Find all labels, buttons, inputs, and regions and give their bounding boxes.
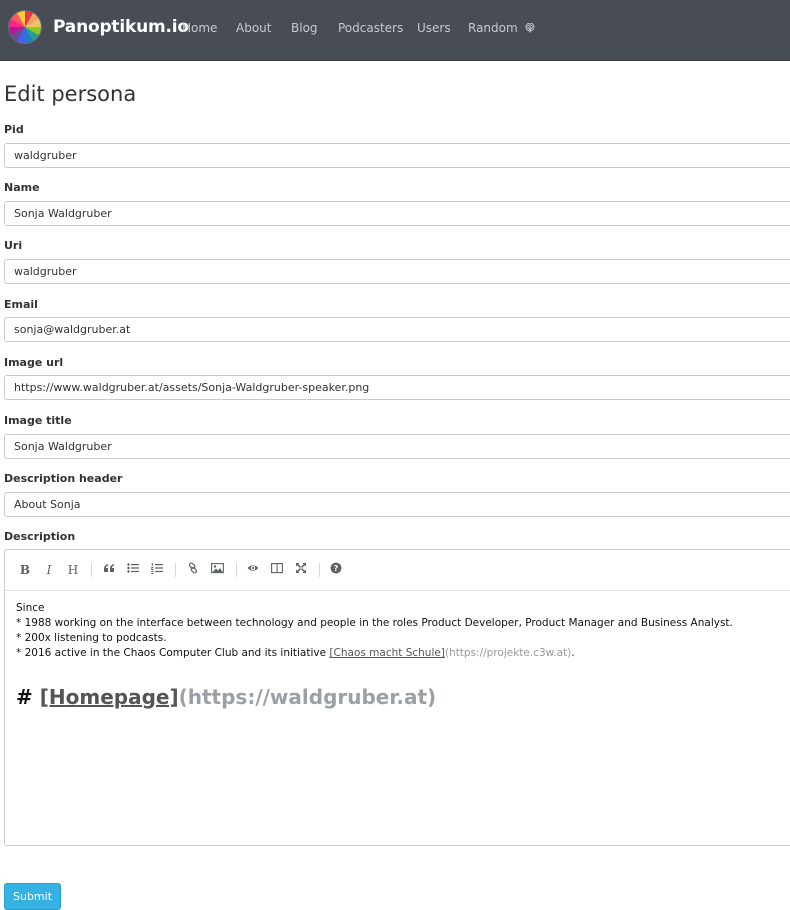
description-header-label: Description header — [4, 472, 123, 485]
side-by-side-icon[interactable] — [269, 562, 285, 578]
page-title: Edit persona — [4, 82, 137, 106]
toolbar-separator — [175, 563, 176, 577]
editor-toolbar: B I H ? — [5, 550, 790, 591]
uri-input[interactable]: waldgruber — [4, 259, 790, 284]
image-url-input[interactable]: https://www.waldgruber.at/assets/Sonja-W… — [4, 375, 790, 400]
nav-podcasters[interactable]: Podcasters — [338, 21, 403, 35]
nav-random[interactable]: Random — [468, 21, 535, 35]
description-line: Since — [16, 602, 45, 614]
description-line: * 200x listening to podcasts. — [16, 632, 167, 644]
fullscreen-icon[interactable] — [293, 562, 309, 578]
description-line: * 2016 active in the Chaos Computer Club… — [16, 646, 783, 661]
toolbar-separator — [319, 563, 320, 577]
markdown-heading: # [Homepage](https://waldgruber.at) — [16, 685, 436, 709]
link-icon[interactable] — [185, 562, 201, 578]
guide-icon[interactable]: ? — [328, 562, 344, 578]
homepage-link[interactable]: [Homepage] — [40, 685, 179, 709]
pid-label: Pid — [4, 123, 24, 136]
description-text: * 2016 active in the Chaos Computer Club… — [16, 647, 330, 659]
svg-text:?: ? — [334, 564, 339, 573]
markdown-url: (https://projekte.c3w.at) — [444, 647, 572, 659]
description-label: Description — [4, 530, 76, 543]
name-input[interactable]: Sonja Waldgruber — [4, 201, 790, 226]
podcast-icon — [525, 23, 535, 33]
unordered-list-icon[interactable] — [125, 562, 141, 578]
navbar: Panoptikum.io Home About Blog Podcasters… — [0, 0, 790, 61]
pid-input[interactable]: waldgruber — [4, 143, 790, 168]
image-title-input[interactable]: Sonja Waldgruber — [4, 434, 790, 459]
description-editor[interactable]: B I H ? Since * 1988 working on the inte… — [4, 549, 790, 846]
description-header-input[interactable]: About Sonja — [4, 492, 790, 517]
email-label: Email — [4, 298, 38, 311]
email-input[interactable]: sonja@waldgruber.at — [4, 317, 790, 342]
image-title-label: Image title — [4, 414, 72, 427]
image-icon[interactable] — [209, 562, 225, 578]
toolbar-separator — [236, 563, 237, 577]
nav-about[interactable]: About — [236, 21, 271, 35]
markdown-url: (https://waldgruber.at) — [178, 685, 437, 709]
name-label: Name — [4, 181, 40, 194]
quote-icon[interactable] — [101, 562, 117, 578]
editor-content[interactable]: Since * 1988 working on the interface be… — [16, 601, 783, 661]
heading-hash: # — [16, 685, 40, 709]
panoptikum-logo[interactable] — [9, 11, 41, 43]
nav-home[interactable]: Home — [182, 21, 217, 35]
preview-icon[interactable] — [245, 562, 261, 578]
nav-users[interactable]: Users — [417, 21, 451, 35]
heading-icon[interactable]: H — [65, 562, 81, 578]
ordered-list-icon[interactable] — [149, 562, 165, 578]
image-url-label: Image url — [4, 356, 64, 369]
toolbar-separator — [91, 563, 92, 577]
nav-random-label: Random — [468, 21, 518, 35]
description-line: * 1988 working on the interface between … — [16, 617, 733, 629]
submit-button[interactable]: Submit — [4, 883, 61, 910]
uri-label: Uri — [4, 239, 23, 252]
chaos-macht-schule-link[interactable]: [Chaos macht Schule] — [329, 647, 445, 659]
italic-icon[interactable]: I — [41, 562, 57, 578]
nav-blog[interactable]: Blog — [291, 21, 318, 35]
brand-name[interactable]: Panoptikum.io — [53, 17, 189, 37]
bold-icon[interactable]: B — [17, 562, 33, 578]
description-text: . — [571, 647, 575, 659]
